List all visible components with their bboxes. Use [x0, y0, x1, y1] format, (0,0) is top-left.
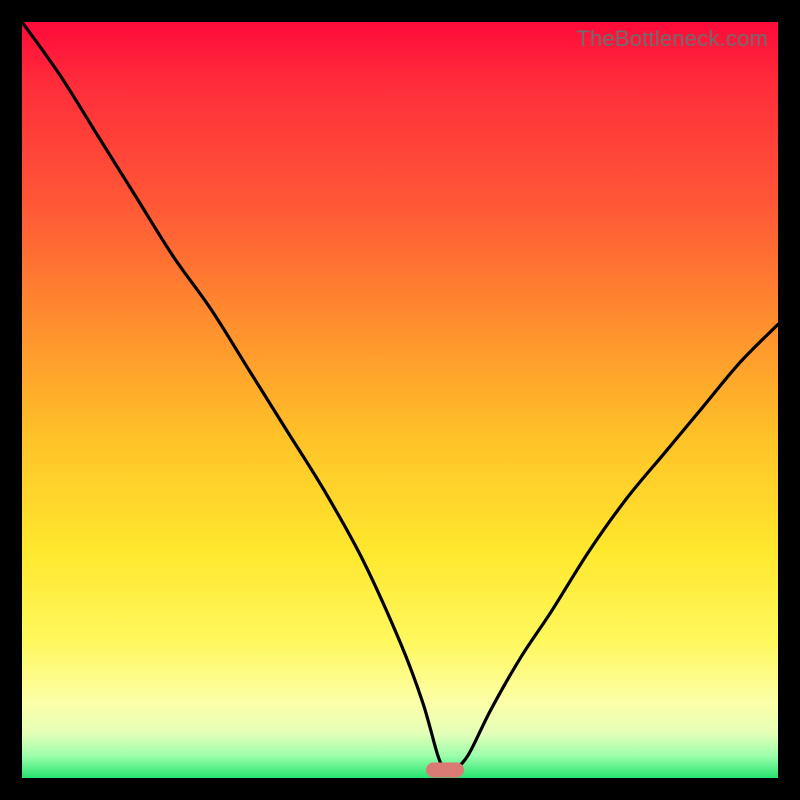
chart-frame: TheBottleneck.com [0, 0, 800, 800]
curve-path [22, 22, 778, 772]
watermark-text: TheBottleneck.com [576, 26, 768, 52]
minimum-marker [426, 763, 464, 778]
plot-area: TheBottleneck.com [22, 22, 778, 778]
bottleneck-curve [22, 22, 778, 778]
